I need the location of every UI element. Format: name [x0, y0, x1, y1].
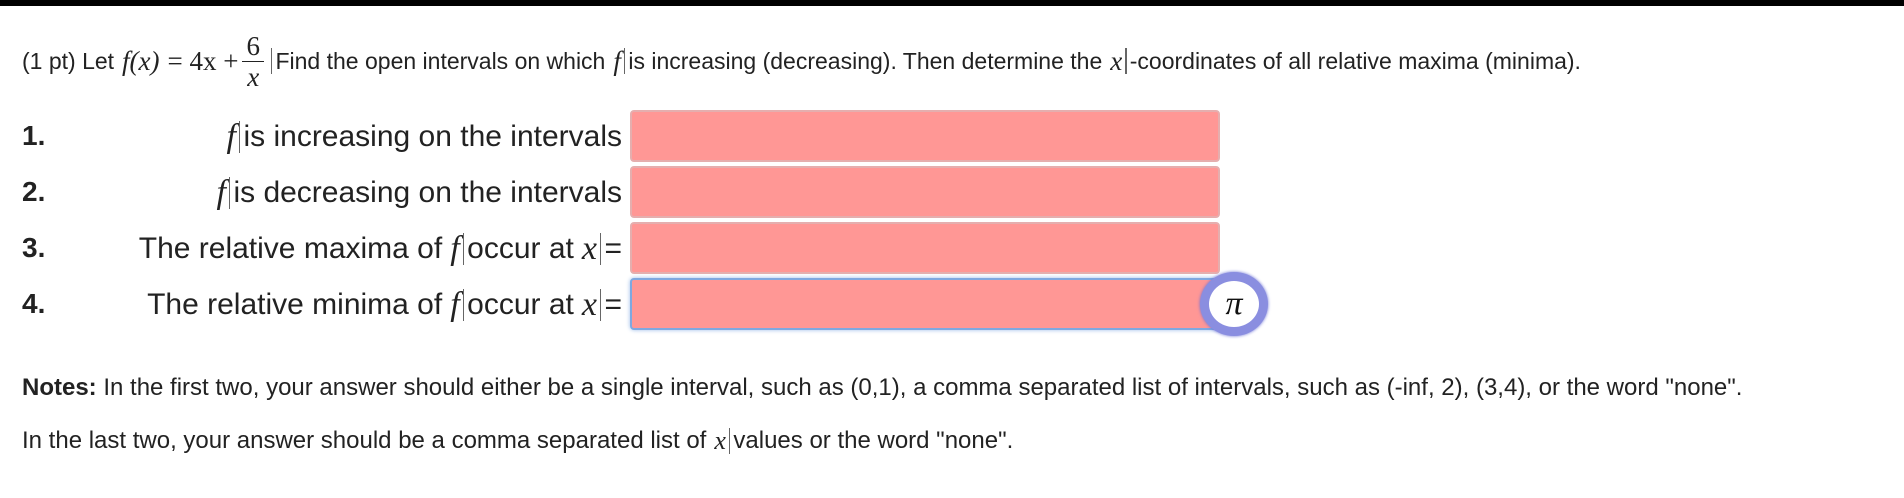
function-expression: f(x)	[122, 45, 160, 76]
question-label-pre: The relative maxima of	[138, 232, 443, 265]
equals-sign: =	[604, 232, 622, 265]
question-row-1: 1. f is increasing on the intervals	[22, 110, 1262, 162]
notes-label: Notes:	[22, 374, 97, 401]
question-text: f is decreasing on the intervals	[216, 174, 622, 212]
decreasing-intervals-input[interactable]	[630, 166, 1220, 218]
question-label: is decreasing on the intervals	[233, 176, 622, 209]
variable-x: x	[714, 426, 726, 455]
question-label-post: occur at	[467, 232, 574, 265]
math-cursor	[599, 233, 602, 265]
question-number: 3.	[22, 232, 46, 263]
top-border	[0, 0, 1904, 6]
math-cursor	[462, 289, 465, 321]
math-cursor	[728, 428, 731, 454]
notes-text-2b: values or the word "none".	[733, 427, 1014, 454]
fraction-numerator: 6	[242, 31, 264, 62]
equation-editor-pi-button[interactable]: π	[1200, 272, 1268, 336]
relative-maxima-input[interactable]	[630, 222, 1220, 274]
function-name: f	[226, 118, 236, 155]
notes-line-1: Notes: In the first two, your answer sho…	[22, 374, 1742, 402]
instructions-b: is increasing (decreasing). Then determi…	[628, 47, 1103, 74]
variable-x: x	[1110, 45, 1123, 76]
question-label-post: occur at	[467, 288, 574, 321]
fraction-denominator: x	[247, 61, 260, 92]
pi-icon: π	[1225, 285, 1243, 322]
instructions-a: Find the open intervals on which	[275, 47, 606, 74]
notes-text-2a: In the last two, your answer should be a…	[22, 427, 707, 454]
function-name: f	[450, 286, 460, 323]
question-label-pre: The relative minima of	[147, 288, 443, 321]
question-number: 4.	[22, 288, 46, 319]
increasing-intervals-input[interactable]	[630, 110, 1220, 162]
notes-line-2: In the last two, your answer should be a…	[22, 426, 1013, 456]
function-name: f	[450, 230, 460, 267]
question-label: is increasing on the intervals	[243, 120, 622, 153]
math-cursor	[238, 121, 241, 153]
question-text: The relative maxima of f occur at x =	[139, 230, 622, 268]
question-row-2: 2. f is decreasing on the intervals	[22, 166, 1262, 218]
question-text: The relative minima of f occur at x =	[147, 286, 622, 324]
problem-statement: (1 pt) Let f(x) = 4x + 6 x Find the open…	[22, 26, 1882, 96]
variable-x: x	[581, 230, 597, 267]
relative-minima-input[interactable]	[630, 278, 1220, 330]
math-cursor	[228, 177, 231, 209]
math-cursor	[1125, 48, 1127, 74]
question-number: 1.	[22, 120, 46, 151]
math-cursor	[270, 48, 273, 74]
math-cursor	[462, 233, 465, 265]
function-equals: = 4x +	[167, 45, 239, 76]
question-number: 2.	[22, 176, 46, 207]
function-name: f	[216, 174, 226, 211]
notes-text-1: In the first two, your answer should eit…	[103, 374, 1743, 401]
fraction: 6 x	[242, 31, 264, 92]
question-row-3: 3. The relative maxima of f occur at x =	[22, 222, 1262, 274]
function-name: f	[613, 45, 621, 76]
math-cursor	[623, 48, 626, 74]
question-text: f is increasing on the intervals	[227, 118, 622, 156]
question-row-4: 4. The relative minima of f occur at x =	[22, 278, 1262, 330]
math-cursor	[599, 289, 602, 321]
equals-sign: =	[604, 288, 622, 321]
variable-x: x	[581, 286, 597, 323]
problem-prefix: (1 pt) Let	[22, 47, 115, 74]
instructions-c: -coordinates of all relative maxima (min…	[1129, 47, 1581, 74]
